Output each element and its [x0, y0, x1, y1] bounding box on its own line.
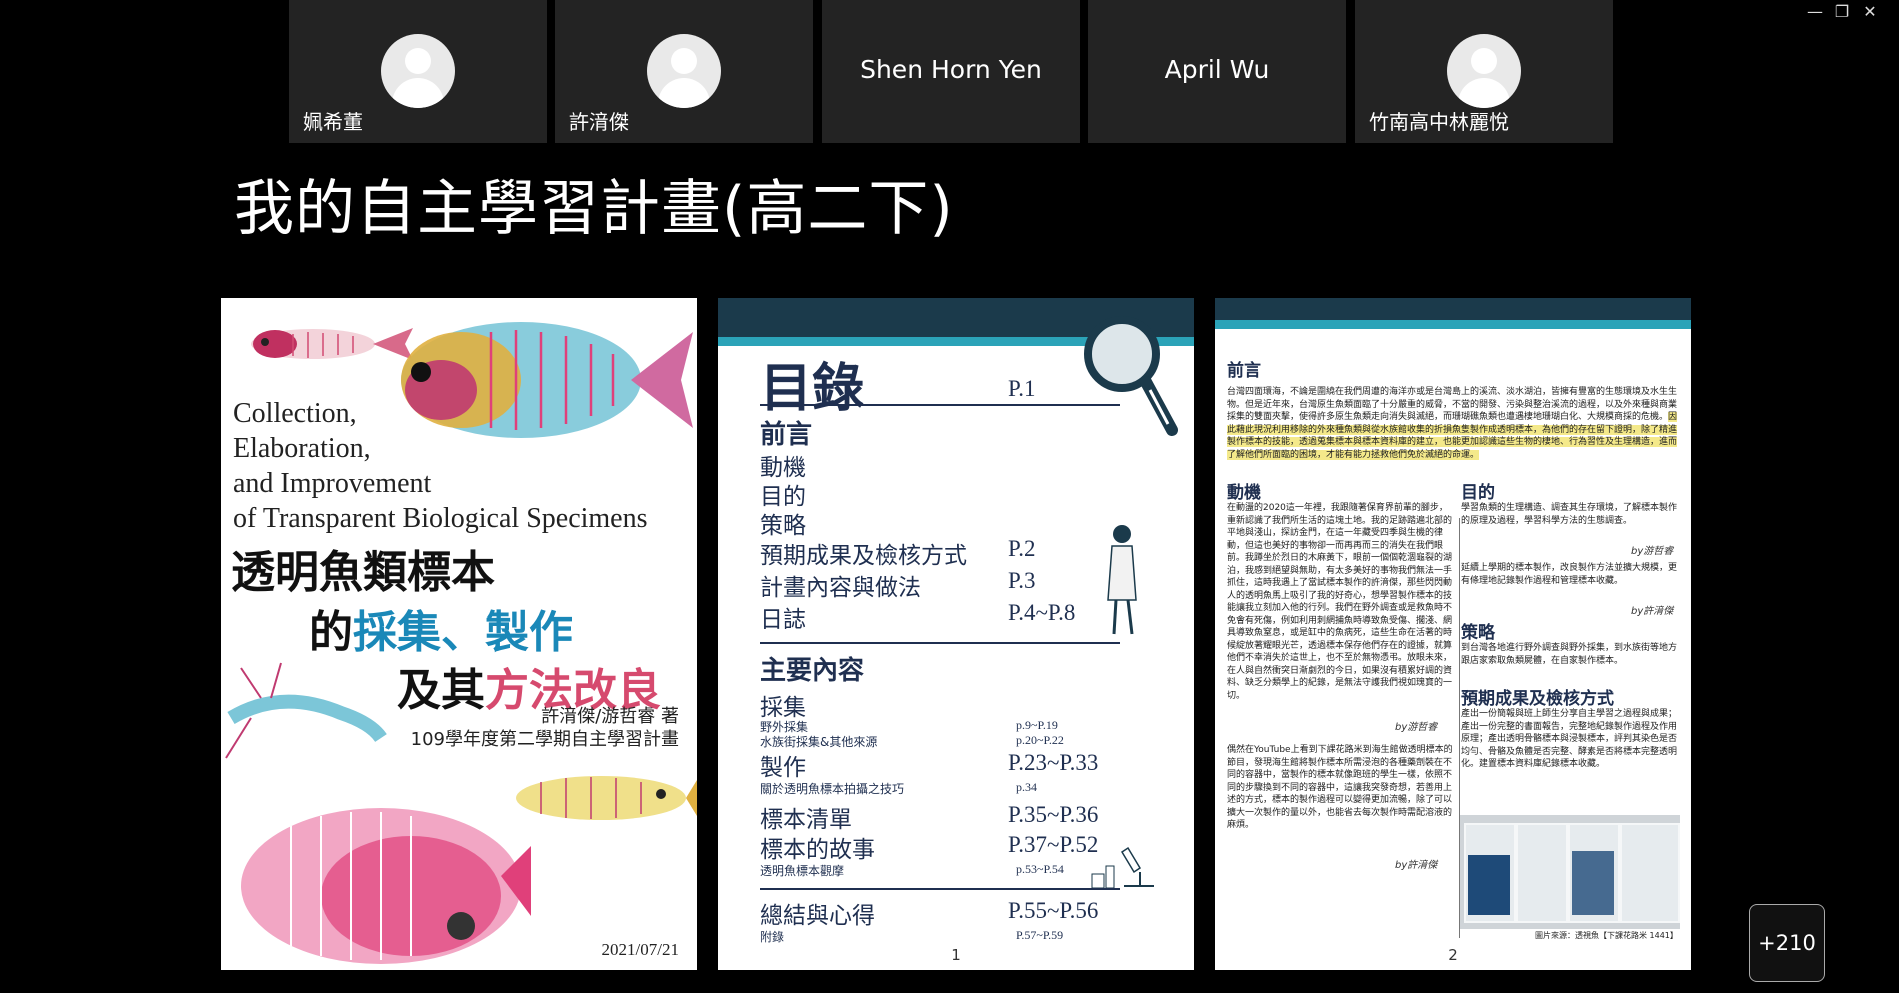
participant-tile[interactable]: 竹南高中林麗悅 — [1355, 0, 1613, 143]
tanks-photo — [1460, 815, 1680, 929]
toc-subpage-ref: p.9~P.19 — [1016, 718, 1058, 732]
participant-tile[interactable]: 許湇傑 — [555, 0, 813, 143]
toc-subpage-ref: p.34 — [1016, 780, 1037, 794]
section-heading: 策略 — [1461, 623, 1495, 643]
toc-subpage-ref: P.57~P.59 — [1016, 928, 1064, 942]
paragraph-text: 台灣四面環海，不論是圍繞在我們周遭的海洋亦或是台灣島上的溪流、淡水湖泊，皆擁有豐… — [1227, 387, 1678, 422]
expect-paragraph: 產出一份簡報與班上師生分享自主學習之過程與成果；產出一份完整的書面報告，完整地紀… — [1461, 709, 1678, 769]
photo-caption: 圖片來源：透視魚【下課花路米 1441】 — [1535, 931, 1678, 940]
english-title-line: of Transparent Biological Specimens — [233, 503, 648, 534]
section-heading: 動機 — [1227, 483, 1261, 503]
motive-paragraph: 偶然在YouTube上看到下課花路米到海生館做透明標本的節目，發現海生館將製作標… — [1227, 745, 1453, 830]
participant-name: 竹南高中林麗悅 — [1369, 110, 1509, 134]
section-heading: 目的 — [1461, 483, 1495, 503]
toc-page-ref: P.4~P.8 — [1008, 600, 1076, 625]
toc-page: 目錄 P.1 前言 動機 目的 策略 預期成果及檢核方式 P.2 計畫內容與做法… — [718, 298, 1194, 970]
section-heading: 預期成果及檢核方式 — [1461, 689, 1614, 709]
cover-authors: 許湇傑/游哲睿 著 109學年度第二學期自主學習計畫 — [411, 705, 679, 751]
program: 109學年度第二學期自主學習計畫 — [410, 729, 679, 750]
cover-english-title: Collection, Elaboration, and Improvement… — [233, 396, 648, 536]
toc-divider — [760, 888, 1120, 890]
toc-subitem: 附錄 — [760, 930, 785, 944]
avatar-icon — [647, 34, 721, 108]
english-title-line: Elaboration, — [233, 433, 371, 464]
participant-tile[interactable]: 姵希董 — [289, 0, 547, 143]
toc-divider — [760, 404, 1120, 406]
toc-page-ref: P.3 — [1008, 568, 1036, 593]
toc-subpage-ref: p.20~P.22 — [1016, 733, 1064, 747]
title-highlight: 採集、製作 — [353, 607, 573, 658]
toc-page-ref: P.23~P.33 — [1008, 750, 1099, 775]
toc-page-ref: P.2 — [1008, 536, 1036, 561]
toc-page-ref: P.37~P.52 — [1008, 832, 1099, 857]
fish-illustration-pink — [241, 808, 531, 964]
motive-paragraph: 在動盪的2020這一年裡，我跟隨著保育界前輩的腳步，重新認識了我們所生活的這塊土… — [1227, 503, 1453, 701]
title-text: 的 — [309, 607, 353, 658]
participant-tile[interactable]: April Wu — [1088, 0, 1346, 143]
toc-subpage-ref: p.53~P.54 — [1016, 862, 1064, 876]
cover-page: Collection, Elaboration, and Improvement… — [221, 298, 697, 970]
toc-subitem: 關於透明魚標本拍攝之技巧 — [760, 782, 905, 796]
page-number: 1 — [951, 946, 961, 964]
participant-tile[interactable]: Shen Horn Yen — [822, 0, 1080, 143]
toc-section-title: 主要內容 — [760, 656, 865, 686]
toc-subitem: 透明魚標本觀摩 — [760, 864, 845, 878]
toc-divider — [760, 642, 1120, 644]
participant-name: 姵希董 — [303, 110, 363, 134]
participant-name: 許湇傑 — [569, 110, 629, 134]
avatar-icon — [381, 34, 455, 108]
toc-item: 計畫內容與做法 — [760, 575, 921, 601]
toc-heading-page: P.1 — [1008, 376, 1036, 401]
english-title-line: Collection, — [233, 398, 357, 429]
intro-paragraph: 台灣四面環海，不論是圍繞在我們周遭的海洋亦或是台灣島上的溪流、淡水湖泊，皆擁有豐… — [1227, 386, 1679, 494]
close-button[interactable]: ✕ — [1850, 2, 1890, 22]
toc-item: 採集 — [760, 695, 806, 721]
avatar-icon — [1447, 34, 1521, 108]
cover-date: 2021/07/21 — [601, 940, 679, 959]
toc-item: 預期成果及檢核方式 — [760, 543, 967, 569]
purpose-paragraph: 學習魚類的生理構造、調查其生存環境，了解標本製作的原理及過程，學習科學方法的生態… — [1461, 503, 1678, 526]
toc-page-ref: P.35~P.36 — [1008, 802, 1099, 827]
byline: by許湇傑 — [1395, 860, 1438, 871]
header-band — [1215, 298, 1691, 320]
toc-heading: 目錄 — [760, 359, 865, 419]
fish-illustration-shrimp — [225, 662, 387, 759]
toc-item: 日誌 — [760, 607, 806, 633]
page-number: 2 — [1448, 946, 1458, 964]
toc-page-ref: P.55~P.56 — [1008, 898, 1099, 923]
authors: 許湇傑/游哲睿 著 — [541, 706, 679, 727]
participant-name: April Wu — [1164, 55, 1270, 84]
microscope-icon — [1091, 846, 1154, 889]
cover-title-line2: 的採集、製作 — [309, 596, 573, 660]
purpose-paragraph: 延續上學期的標本製作，改良製作方法並擴大規模，更有條理地記錄製作過程和管理標本收… — [1461, 563, 1678, 586]
toc-section-title: 前言 — [760, 420, 813, 450]
scientist-illustration — [1107, 525, 1137, 635]
participant-name: Shen Horn Yen — [860, 55, 1042, 84]
more-participants-button[interactable]: +210 — [1749, 904, 1825, 982]
fish-illustration-yellow — [516, 776, 697, 820]
byline: by游哲睿 — [1395, 722, 1438, 733]
slide-title: 我的自主學習計畫(高二下) — [234, 174, 954, 244]
intro-page: 前言 台灣四面環海，不論是圍繞在我們周遭的海洋亦或是台灣島上的溪流、淡水湖泊，皆… — [1215, 298, 1691, 970]
header-accent — [1215, 320, 1691, 329]
cover-title-line1: 透明魚類標本 — [231, 547, 495, 598]
byline: by游哲睿 — [1631, 546, 1674, 557]
strategy-paragraph: 到台灣各地進行野外調查與野外採集，到水族街等地方跟店家索取魚類屍體，在自家製作標… — [1461, 643, 1678, 666]
byline: by許湇傑 — [1631, 606, 1674, 617]
toc-item: 策略 — [760, 513, 806, 539]
section-heading: 前言 — [1227, 361, 1261, 381]
english-title-line: and Improvement — [233, 468, 432, 499]
